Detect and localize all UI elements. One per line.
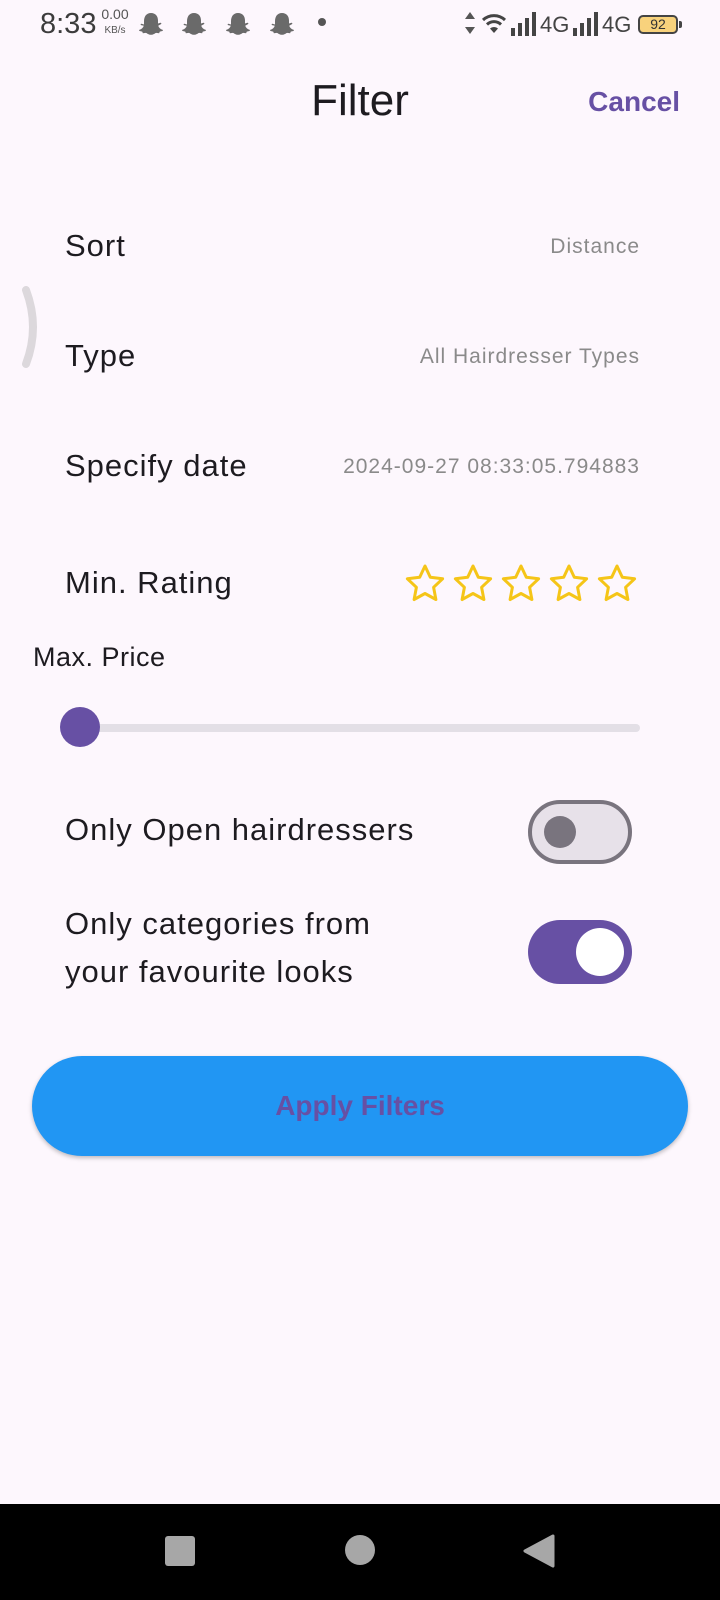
notification-dot <box>318 18 326 26</box>
type-value: All Hairdresser Types <box>419 345 640 368</box>
type-label: Type <box>65 338 137 373</box>
battery-level: 92 <box>650 16 666 32</box>
network-speed: 0.00 KB/s <box>98 6 132 37</box>
recent-apps-button[interactable] <box>165 1536 195 1566</box>
star-icon[interactable] <box>451 562 499 606</box>
network-type-2: 4G <box>602 12 632 37</box>
max-price-label: Max. Price <box>33 642 166 672</box>
star-icon[interactable] <box>403 562 451 606</box>
open-only-label: Only Open hairdressers <box>65 812 415 847</box>
sort-value: Distance <box>550 235 640 258</box>
back-button[interactable] <box>523 1534 555 1568</box>
star-icon[interactable] <box>595 562 643 606</box>
open-only-toggle[interactable] <box>528 800 632 864</box>
type-row[interactable]: Type All Hairdresser Types <box>0 320 720 392</box>
network-speed-unit: KB/s <box>104 25 126 36</box>
status-time: 8:33 <box>40 8 97 40</box>
battery-icon: 92 <box>638 15 678 34</box>
snapchat-icon <box>226 13 250 35</box>
favourite-categories-label-line2: your favourite looks <box>65 954 354 989</box>
cancel-button[interactable]: Cancel <box>588 86 680 118</box>
snapchat-icon <box>182 13 206 35</box>
network-speed-value: 0.00 <box>101 6 129 22</box>
toggle-knob <box>576 928 624 976</box>
date-value: 2024-09-27 08:33:05.794883 <box>343 455 640 478</box>
battery-tip <box>679 21 682 28</box>
date-row[interactable]: Specify date 2024-09-27 08:33:05.794883 <box>0 430 720 502</box>
favourite-categories-label-line1: Only categories from <box>65 906 371 941</box>
apply-filters-button[interactable]: Apply Filters <box>32 1056 688 1156</box>
favourite-categories-toggle[interactable] <box>528 920 632 984</box>
toggle-knob <box>544 816 576 848</box>
sort-row[interactable]: Sort Distance <box>0 210 720 282</box>
rating-stars <box>403 562 643 606</box>
network-type-1: 4G <box>540 12 570 37</box>
price-slider-track[interactable] <box>80 724 640 732</box>
status-bar: 8:33 0.00 KB/s 4G 4G 92 <box>0 0 720 50</box>
data-arrows-icon <box>465 12 475 34</box>
wifi-icon <box>481 14 507 33</box>
home-button[interactable] <box>345 1535 375 1565</box>
signal-icon-2 <box>573 12 598 36</box>
signal-icon <box>511 12 536 36</box>
sort-label: Sort <box>65 228 126 263</box>
star-icon[interactable] <box>547 562 595 606</box>
snapchat-icon <box>139 13 163 35</box>
min-rating-label: Min. Rating <box>65 565 233 600</box>
star-icon[interactable] <box>499 562 547 606</box>
snapchat-icon <box>270 13 294 35</box>
price-slider-thumb[interactable] <box>60 707 100 747</box>
date-label: Specify date <box>65 448 248 483</box>
